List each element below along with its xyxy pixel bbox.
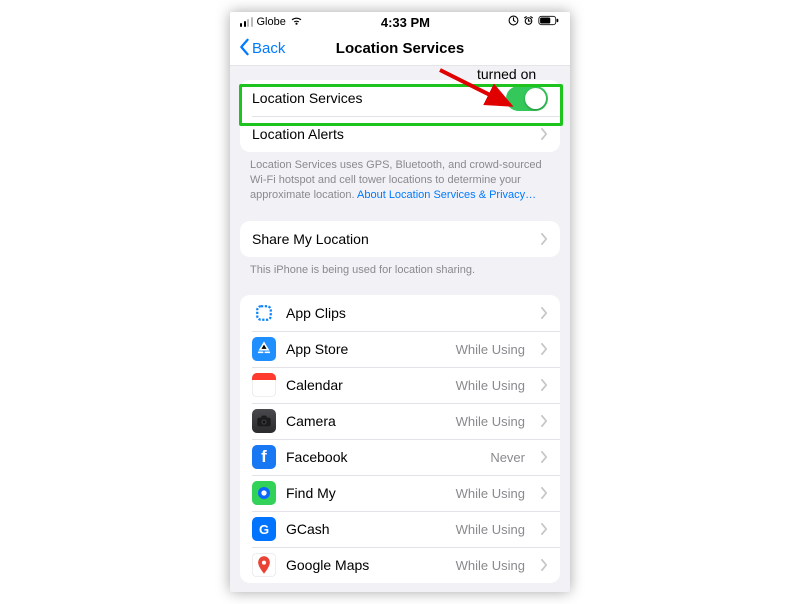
wifi-icon [290,15,303,29]
rotation-lock-icon [508,15,519,29]
chevron-right-icon [541,523,548,535]
app-name: Facebook [286,449,347,465]
app-row[interactable]: App Clips [240,295,560,331]
app-row[interactable]: Calendar While Using [240,367,560,403]
alarm-icon [523,15,534,29]
app-name: Google Maps [286,557,369,573]
app-name: Calendar [286,377,343,393]
settings-group-share: Share My Location [240,221,560,257]
chevron-right-icon [541,233,548,245]
gcash-icon: G [252,517,276,541]
chevron-right-icon [541,451,548,463]
camera-icon [252,409,276,433]
app-row[interactable]: f Facebook Never [240,439,560,475]
share-footer: This iPhone is being used for location s… [230,257,570,278]
annotation-label: turned on [477,66,536,82]
app-name: App Store [286,341,348,357]
app-status: While Using [456,414,525,429]
app-status: While Using [456,558,525,573]
chevron-right-icon [541,487,548,499]
share-my-location-row[interactable]: Share My Location [240,221,560,257]
privacy-footer: Location Services uses GPS, Bluetooth, a… [230,152,570,203]
app-status: While Using [456,522,525,537]
findmy-icon [252,481,276,505]
chevron-left-icon [238,38,250,60]
phone-frame: Globe 4:33 PM Back Location Services [230,12,570,592]
location-services-row[interactable]: Location Services [240,80,560,116]
row-label: Share My Location [252,231,369,247]
app-row[interactable]: Google Maps While Using [240,547,560,583]
chevron-right-icon [541,415,548,427]
settings-group-main: Location Services Location Alerts [240,80,560,152]
app-row[interactable]: Camera While Using [240,403,560,439]
content-scroll[interactable]: Location Services Location Alerts Locati… [230,66,570,592]
app-name: GCash [286,521,330,537]
status-left: Globe [240,15,303,29]
app-row[interactable]: G GCash While Using [240,511,560,547]
calendar-icon [252,373,276,397]
app-status: While Using [456,378,525,393]
clock: 4:33 PM [381,15,430,30]
back-label: Back [252,40,285,57]
chevron-right-icon [541,559,548,571]
chevron-right-icon [541,379,548,391]
signal-icon [240,17,253,27]
location-alerts-row[interactable]: Location Alerts [240,116,560,152]
chevron-right-icon [541,307,548,319]
back-button[interactable]: Back [238,38,285,60]
appstore-icon [252,337,276,361]
gmaps-icon [252,553,276,577]
app-name: App Clips [286,305,346,321]
nav-bar: Back Location Services [230,32,570,66]
carrier-label: Globe [257,16,286,28]
location-services-toggle[interactable] [506,86,548,111]
chevron-right-icon [541,128,548,140]
battery-icon [538,15,560,29]
status-bar: Globe 4:33 PM [230,12,570,32]
privacy-link[interactable]: About Location Services & Privacy… [357,189,536,201]
app-name: Find My [286,485,336,501]
status-right [508,15,560,29]
settings-group-apps: App Clips App Store While Using Calendar Whi… [240,295,560,583]
chevron-right-icon [541,343,548,355]
app-status: While Using [456,486,525,501]
appclips-icon [252,301,276,325]
facebook-icon: f [252,445,276,469]
app-name: Camera [286,413,336,429]
app-status: While Using [456,342,525,357]
app-status: Never [490,450,525,465]
row-label: Location Services [252,90,363,106]
row-label: Location Alerts [252,126,344,142]
app-row[interactable]: App Store While Using [240,331,560,367]
app-row[interactable]: Find My While Using [240,475,560,511]
